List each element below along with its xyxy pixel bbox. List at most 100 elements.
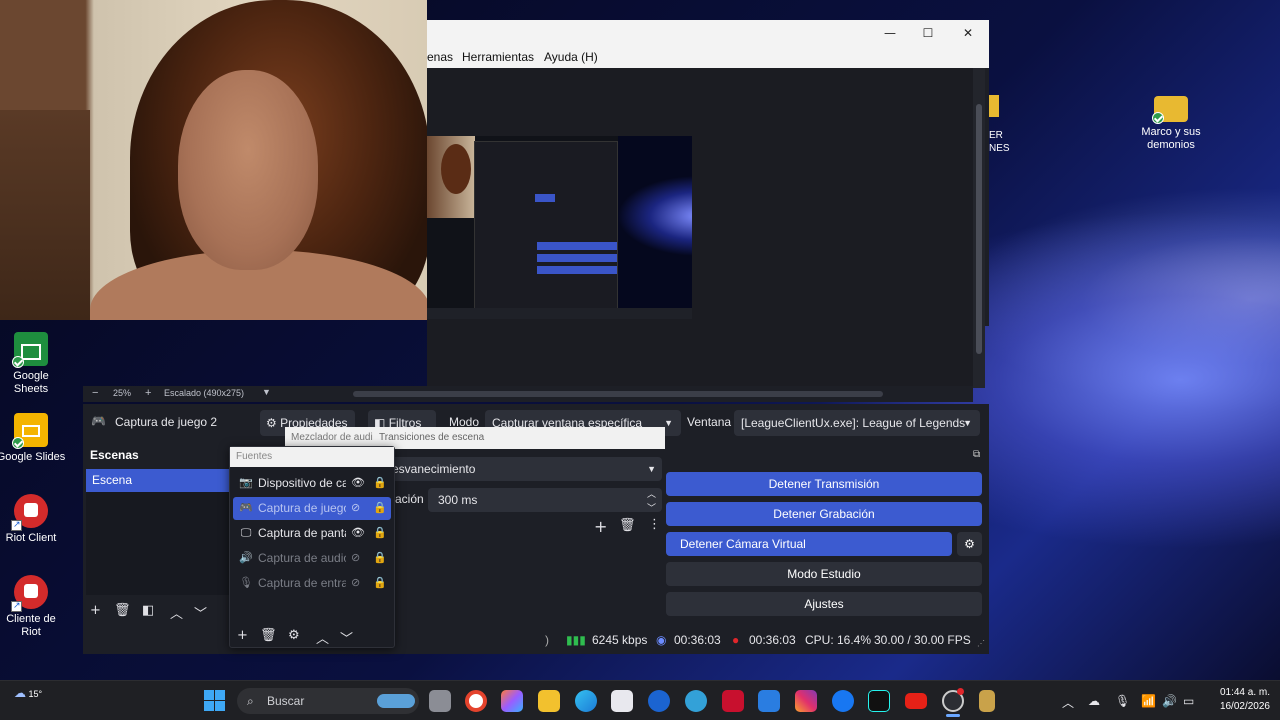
source-item[interactable]: 📷 Dispositivo de cap 👁 🔒 [233, 472, 391, 495]
fps: 30.00 / 30.00 FPS [874, 633, 971, 647]
desktop-icon-google-sheets[interactable]: Google Sheets [0, 332, 67, 396]
stop-virtual-camera-button[interactable]: Detener Cámara Virtual [666, 532, 952, 556]
menu-item-escenas[interactable]: enas [427, 50, 453, 64]
onedrive-icon[interactable]: ☁ [1088, 694, 1100, 708]
stream-icon: ◉ [656, 633, 667, 647]
tab-scene-transitions[interactable]: Transiciones de escena [379, 432, 484, 443]
lock-icon[interactable]: 🔒 [373, 472, 387, 495]
chevron-up-icon[interactable]: ︿ [1062, 694, 1074, 711]
battery-icon[interactable]: ▭ [1183, 694, 1194, 708]
selected-source-name: Captura de juego 2 [115, 415, 218, 429]
more-options-icon[interactable]: ⋮ [648, 517, 661, 532]
close-button[interactable]: ✕ [949, 20, 987, 46]
gear-icon[interactable]: ⚙ [957, 532, 982, 556]
add-scene-button[interactable]: + [90, 603, 101, 618]
zoom-percent: 25% [113, 388, 132, 398]
window-titlebar[interactable]: — ☐ ✕ [427, 20, 989, 46]
duration-label: ación [395, 492, 424, 506]
weather-widget[interactable]: ☁ 15° [14, 686, 44, 700]
add-source-button[interactable]: + [237, 628, 248, 643]
source-item-selected[interactable]: 🎮 Captura de juego ⊘ 🔒 [233, 497, 391, 520]
source-item[interactable]: 🎙 Captura de entrac ⊘ 🔒 [233, 572, 391, 595]
active-app-indicator [946, 714, 960, 717]
chevron-down-icon[interactable]: ▼ [262, 387, 271, 397]
filter-icon[interactable]: ◧ [142, 603, 154, 618]
nested-preview-image [427, 136, 692, 319]
lock-icon[interactable]: 🔒 [373, 547, 387, 570]
trash-icon[interactable]: 🗑 [260, 628, 277, 643]
chevron-down-icon[interactable]: ﹀ [340, 628, 353, 647]
source-item[interactable]: 🔊 Captura de audio ⊘ 🔒 [233, 547, 391, 570]
gear-icon: ⚙ [266, 416, 277, 430]
youtube-icon[interactable] [905, 693, 927, 709]
preview-zoom-bar: − 25% + Escalado (490x275) ▼ [83, 386, 973, 402]
desktop-icon-folder[interactable]: Marco y sus demonios [1135, 92, 1207, 152]
microsoft-store-icon[interactable] [611, 690, 633, 712]
menu-item-herramientas[interactable]: Herramientas [462, 50, 534, 64]
stop-streaming-button[interactable]: Detener Transmisión [666, 472, 982, 496]
chevron-down-icon: ▼ [664, 418, 673, 428]
source-item[interactable]: 🖵 Captura de panta 👁 🔒 [233, 522, 391, 545]
wifi-icon[interactable]: 📶 [1141, 694, 1156, 708]
folder-icon[interactable] [989, 95, 999, 117]
desktop-icon-riot-client[interactable]: Riot Client [0, 494, 67, 545]
minimize-button[interactable]: — [871, 20, 909, 46]
desktop-icon-cliente-de-riot[interactable]: Cliente de Riot [0, 575, 67, 639]
sources-panel-title[interactable]: Fuentes [230, 447, 394, 467]
mcafee-icon[interactable] [722, 690, 744, 712]
taskbar-search[interactable]: ⌕ Buscar [237, 688, 419, 714]
league-client-icon[interactable] [979, 690, 995, 712]
eye-hidden-icon[interactable]: ⊘ [351, 547, 360, 570]
add-transition-button[interactable]: + [594, 517, 607, 536]
scene-item[interactable]: Escena [86, 469, 231, 492]
zoom-in-button[interactable]: + [145, 387, 151, 399]
chrome-icon[interactable] [465, 690, 487, 712]
eye-hidden-icon[interactable]: ⊘ [351, 497, 360, 520]
windows-start-icon[interactable] [204, 690, 225, 711]
eye-icon[interactable]: 👁 [351, 522, 365, 545]
mail-icon[interactable] [758, 690, 780, 712]
maximize-button[interactable]: ☐ [909, 20, 947, 46]
task-view-icon[interactable] [429, 690, 451, 712]
transition-type-select[interactable]: esvanecimiento ▼ [390, 457, 662, 481]
desktop-icon-label: Google Slides [0, 451, 66, 463]
settings-button[interactable]: Ajustes [666, 592, 982, 616]
window-select[interactable]: [LeagueClientUx.exe]: League of Legends … [734, 410, 980, 436]
webcam-overlay [0, 0, 427, 320]
tab-audio-mixer[interactable]: Mezclador de audi [291, 432, 373, 443]
zoom-out-button[interactable]: − [92, 387, 98, 399]
eye-icon[interactable]: 👁 [351, 472, 365, 495]
eye-hidden-icon[interactable]: ⊘ [351, 572, 360, 595]
trash-icon[interactable]: 🗑 [114, 603, 131, 618]
chevron-up-icon[interactable]: ︿ [316, 628, 329, 647]
chevron-down-icon[interactable]: ﹀ [194, 603, 207, 622]
signal-strength-icon: ▮▮▮ [566, 633, 586, 647]
menu-item-ayuda[interactable]: Ayuda (H) [544, 50, 598, 64]
browser-app-icon[interactable] [685, 690, 707, 712]
desktop-icon-google-slides[interactable]: Google Slides [0, 413, 67, 464]
tiktok-icon[interactable] [868, 690, 890, 712]
gear-icon[interactable]: ⚙ [288, 628, 300, 643]
studio-mode-button[interactable]: Modo Estudio [666, 562, 982, 586]
copilot-icon[interactable] [501, 690, 523, 712]
microphone-icon[interactable]: 🎙 [1115, 694, 1130, 708]
preview-vertical-scrollbar[interactable] [973, 68, 985, 388]
undock-icon[interactable]: ⧉ [973, 449, 980, 460]
lock-icon[interactable]: 🔒 [373, 497, 387, 520]
instagram-icon[interactable] [795, 690, 817, 712]
duration-spinbox[interactable]: 300 ms ︿ ﹀ [428, 488, 662, 513]
edge-icon[interactable] [575, 690, 597, 712]
volume-icon[interactable]: 🔊 [1162, 694, 1177, 708]
lock-icon[interactable]: 🔒 [373, 522, 387, 545]
file-explorer-icon[interactable] [538, 690, 560, 712]
trash-icon[interactable]: 🗑 [619, 518, 636, 533]
stop-recording-button[interactable]: Detener Grabación [666, 502, 982, 526]
resize-grip-icon[interactable]: ⋰ [977, 639, 985, 648]
clock-time: 01:44 a. m. [1219, 687, 1270, 698]
facebook-icon[interactable] [832, 690, 854, 712]
hp-icon[interactable] [648, 690, 670, 712]
preview-horizontal-scrollbar[interactable] [353, 391, 883, 397]
lock-icon[interactable]: 🔒 [373, 572, 387, 595]
taskbar-clock[interactable]: 01:44 a. m. 16/02/2026 [1206, 686, 1270, 714]
chevron-up-icon[interactable]: ︿ [170, 603, 183, 622]
